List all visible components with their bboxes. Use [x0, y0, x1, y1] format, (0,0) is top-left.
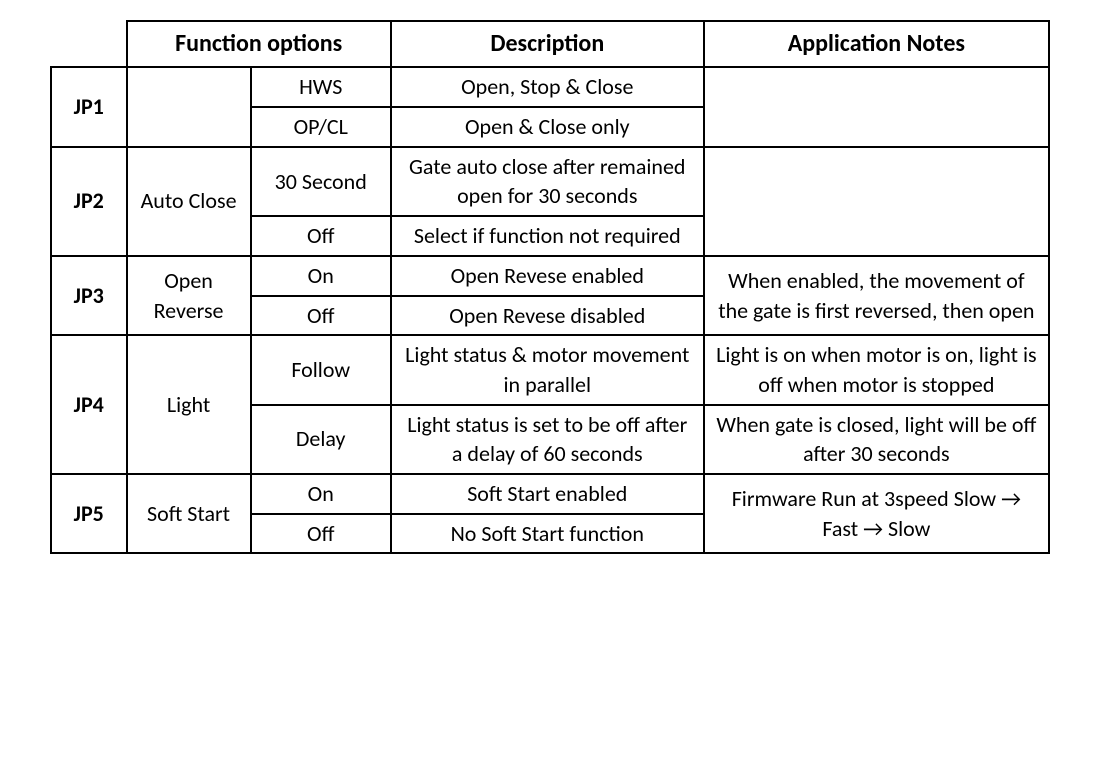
jp1-notes	[704, 67, 1049, 146]
jp4-notes-follow: Light is on when motor is on, light is o…	[704, 335, 1049, 404]
jp4-desc-follow: Light status & motor movement in paralle…	[391, 335, 704, 404]
jp5-function-name: Soft Start	[127, 474, 251, 553]
jp3-option-off: Off	[251, 296, 391, 336]
jp4-label: JP4	[51, 335, 127, 474]
jp2-label: JP2	[51, 147, 127, 256]
jp3-option-on: On	[251, 256, 391, 296]
jp1-desc-hws: Open, Stop & Close	[391, 67, 704, 107]
jp1-option-hws: HWS	[251, 67, 391, 107]
jp3-notes: When enabled, the movement of the gate i…	[704, 256, 1049, 335]
table-row: JP2 Auto Close 30 Second Gate auto close…	[51, 147, 1049, 216]
table-row: JP3 Open Reverse On Open Revese enabled …	[51, 256, 1049, 296]
jp2-option-30s: 30 Second	[251, 147, 391, 216]
jp1-label: JP1	[51, 67, 127, 146]
jp4-function-name: Light	[127, 335, 251, 474]
jp2-desc-off: Select if function not required	[391, 216, 704, 256]
header-application-notes: Application Notes	[704, 21, 1049, 67]
jp3-function-name: Open Reverse	[127, 256, 251, 335]
jp3-desc-off: Open Revese disabled	[391, 296, 704, 336]
header-description: Description	[391, 21, 704, 67]
jp5-desc-off: No Soft Start function	[391, 514, 704, 554]
jp4-option-delay: Delay	[251, 405, 391, 474]
header-empty-corner	[51, 21, 127, 67]
jp5-option-on: On	[251, 474, 391, 514]
table-header-row: Function options Description Application…	[51, 21, 1049, 67]
table-row: JP4 Light Follow Light status & motor mo…	[51, 335, 1049, 404]
jp4-notes-delay: When gate is closed, light will be off a…	[704, 405, 1049, 474]
jumper-settings-table: Function options Description Application…	[50, 20, 1050, 554]
jp5-desc-on: Soft Start enabled	[391, 474, 704, 514]
jp2-option-off: Off	[251, 216, 391, 256]
jp2-desc-30s: Gate auto close after remained open for …	[391, 147, 704, 216]
jp1-option-opcl: OP/CL	[251, 107, 391, 147]
jp4-option-follow: Follow	[251, 335, 391, 404]
jp5-label: JP5	[51, 474, 127, 553]
jp3-desc-on: Open Revese enabled	[391, 256, 704, 296]
table-row: JP5 Soft Start On Soft Start enabled Fir…	[51, 474, 1049, 514]
jp1-desc-opcl: Open & Close only	[391, 107, 704, 147]
table-row: JP1 HWS Open, Stop & Close	[51, 67, 1049, 107]
jp3-label: JP3	[51, 256, 127, 335]
jp2-notes	[704, 147, 1049, 256]
header-function-options: Function options	[127, 21, 391, 67]
jp4-desc-delay: Light status is set to be off after a de…	[391, 405, 704, 474]
jp5-option-off: Off	[251, 514, 391, 554]
jp5-notes: Firmware Run at 3speed Slow → Fast → Slo…	[704, 474, 1049, 553]
jp1-function-name	[127, 67, 251, 146]
jp2-function-name: Auto Close	[127, 147, 251, 256]
